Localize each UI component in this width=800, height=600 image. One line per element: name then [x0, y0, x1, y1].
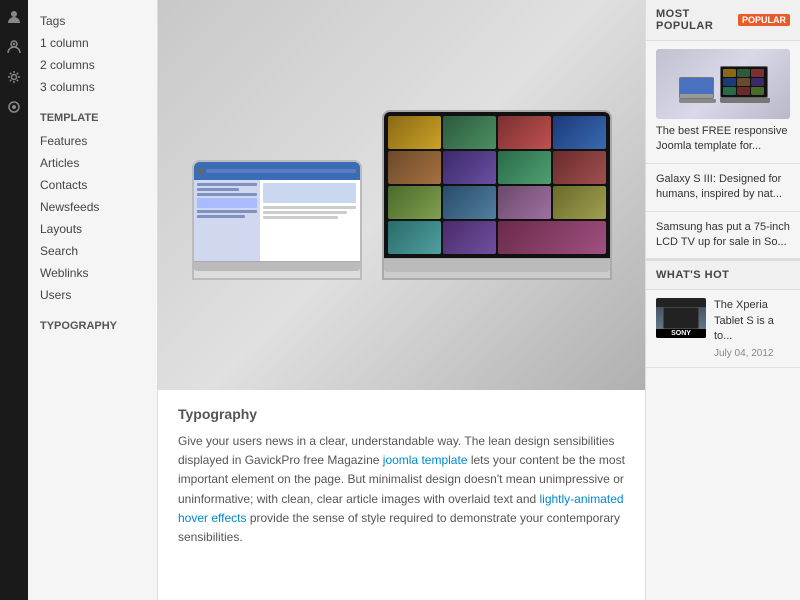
popular-card-1-title: Galaxy S III: Designed for humans, inspi…	[656, 172, 790, 203]
typography-title: Typography	[178, 406, 625, 422]
right-sidebar: MOST POPULAR POPULAR	[645, 0, 800, 600]
popular-card-2[interactable]: Samsung has put a 75-inch LCD TV up for …	[646, 212, 800, 260]
typography-section: Typography Give your users news in a cle…	[158, 390, 645, 563]
nav-1col[interactable]: 1 column	[40, 32, 145, 54]
nav-search[interactable]: Search	[40, 240, 145, 262]
hot-card-0-title: The Xperia Tablet S is a to...	[714, 298, 790, 344]
popular-card-1[interactable]: Galaxy S III: Designed for humans, inspi…	[646, 164, 800, 212]
circle-icon[interactable]	[2, 95, 26, 119]
hot-card-0-text: The Xperia Tablet S is a to... July 04, …	[714, 298, 790, 358]
body-paragraph: Give your users news in a clear, underst…	[178, 432, 625, 547]
typography-section-title: Typography	[40, 320, 145, 332]
icon-sidebar	[0, 0, 28, 600]
popular-card-2-title: Samsung has put a 75-inch LCD TV up for …	[656, 220, 790, 251]
nav-articles[interactable]: Articles	[40, 152, 145, 174]
person2-icon[interactable]	[2, 35, 26, 59]
nav-features[interactable]: Features	[40, 130, 145, 152]
nav-3col[interactable]: 3 columns	[40, 76, 145, 98]
template-section-title: Template	[40, 112, 145, 124]
whats-hot-title: WHAT'S HOT	[656, 269, 729, 281]
whats-hot-header: WHAT'S HOT	[646, 259, 800, 290]
nav-weblinks[interactable]: Weblinks	[40, 262, 145, 284]
popular-card-0-image	[656, 49, 790, 119]
hot-card-0-date: July 04, 2012	[714, 348, 790, 359]
nav-layouts[interactable]: Layouts	[40, 218, 145, 240]
settings-icon[interactable]	[2, 65, 26, 89]
laptop-right-wrapper	[382, 110, 612, 280]
nav-newsfeeds[interactable]: Newsfeeds	[40, 196, 145, 218]
person-icon[interactable]	[2, 5, 26, 29]
popular-card-0[interactable]: The best FREE responsive Joomla template…	[646, 41, 800, 164]
popular-card-0-title: The best FREE responsive Joomla template…	[656, 124, 790, 155]
nav-2col[interactable]: 2 columns	[40, 54, 145, 76]
nav-users[interactable]: Users	[40, 284, 145, 306]
laptop-left-wrapper	[192, 160, 362, 280]
most-popular-header: MOST POPULAR POPULAR	[646, 0, 800, 41]
sony-label: SONY	[656, 329, 706, 338]
nav-tags[interactable]: Tags	[40, 10, 145, 32]
nav-contacts[interactable]: Contacts	[40, 174, 145, 196]
hot-card-0[interactable]: SONY The Xperia Tablet S is a to... July…	[646, 290, 800, 367]
popular-badge: POPULAR	[738, 14, 790, 26]
hero-image	[158, 0, 645, 390]
most-popular-title: MOST POPULAR	[656, 8, 732, 32]
laptop-right	[382, 110, 612, 280]
hot-card-0-image: SONY	[656, 298, 706, 338]
nav-sidebar: Tags 1 column 2 columns 3 columns Templa…	[28, 0, 158, 600]
main-content: Typography Give your users news in a cle…	[158, 0, 645, 600]
laptop-left	[192, 160, 362, 280]
joomla-template-link[interactable]: joomla template	[383, 453, 468, 467]
